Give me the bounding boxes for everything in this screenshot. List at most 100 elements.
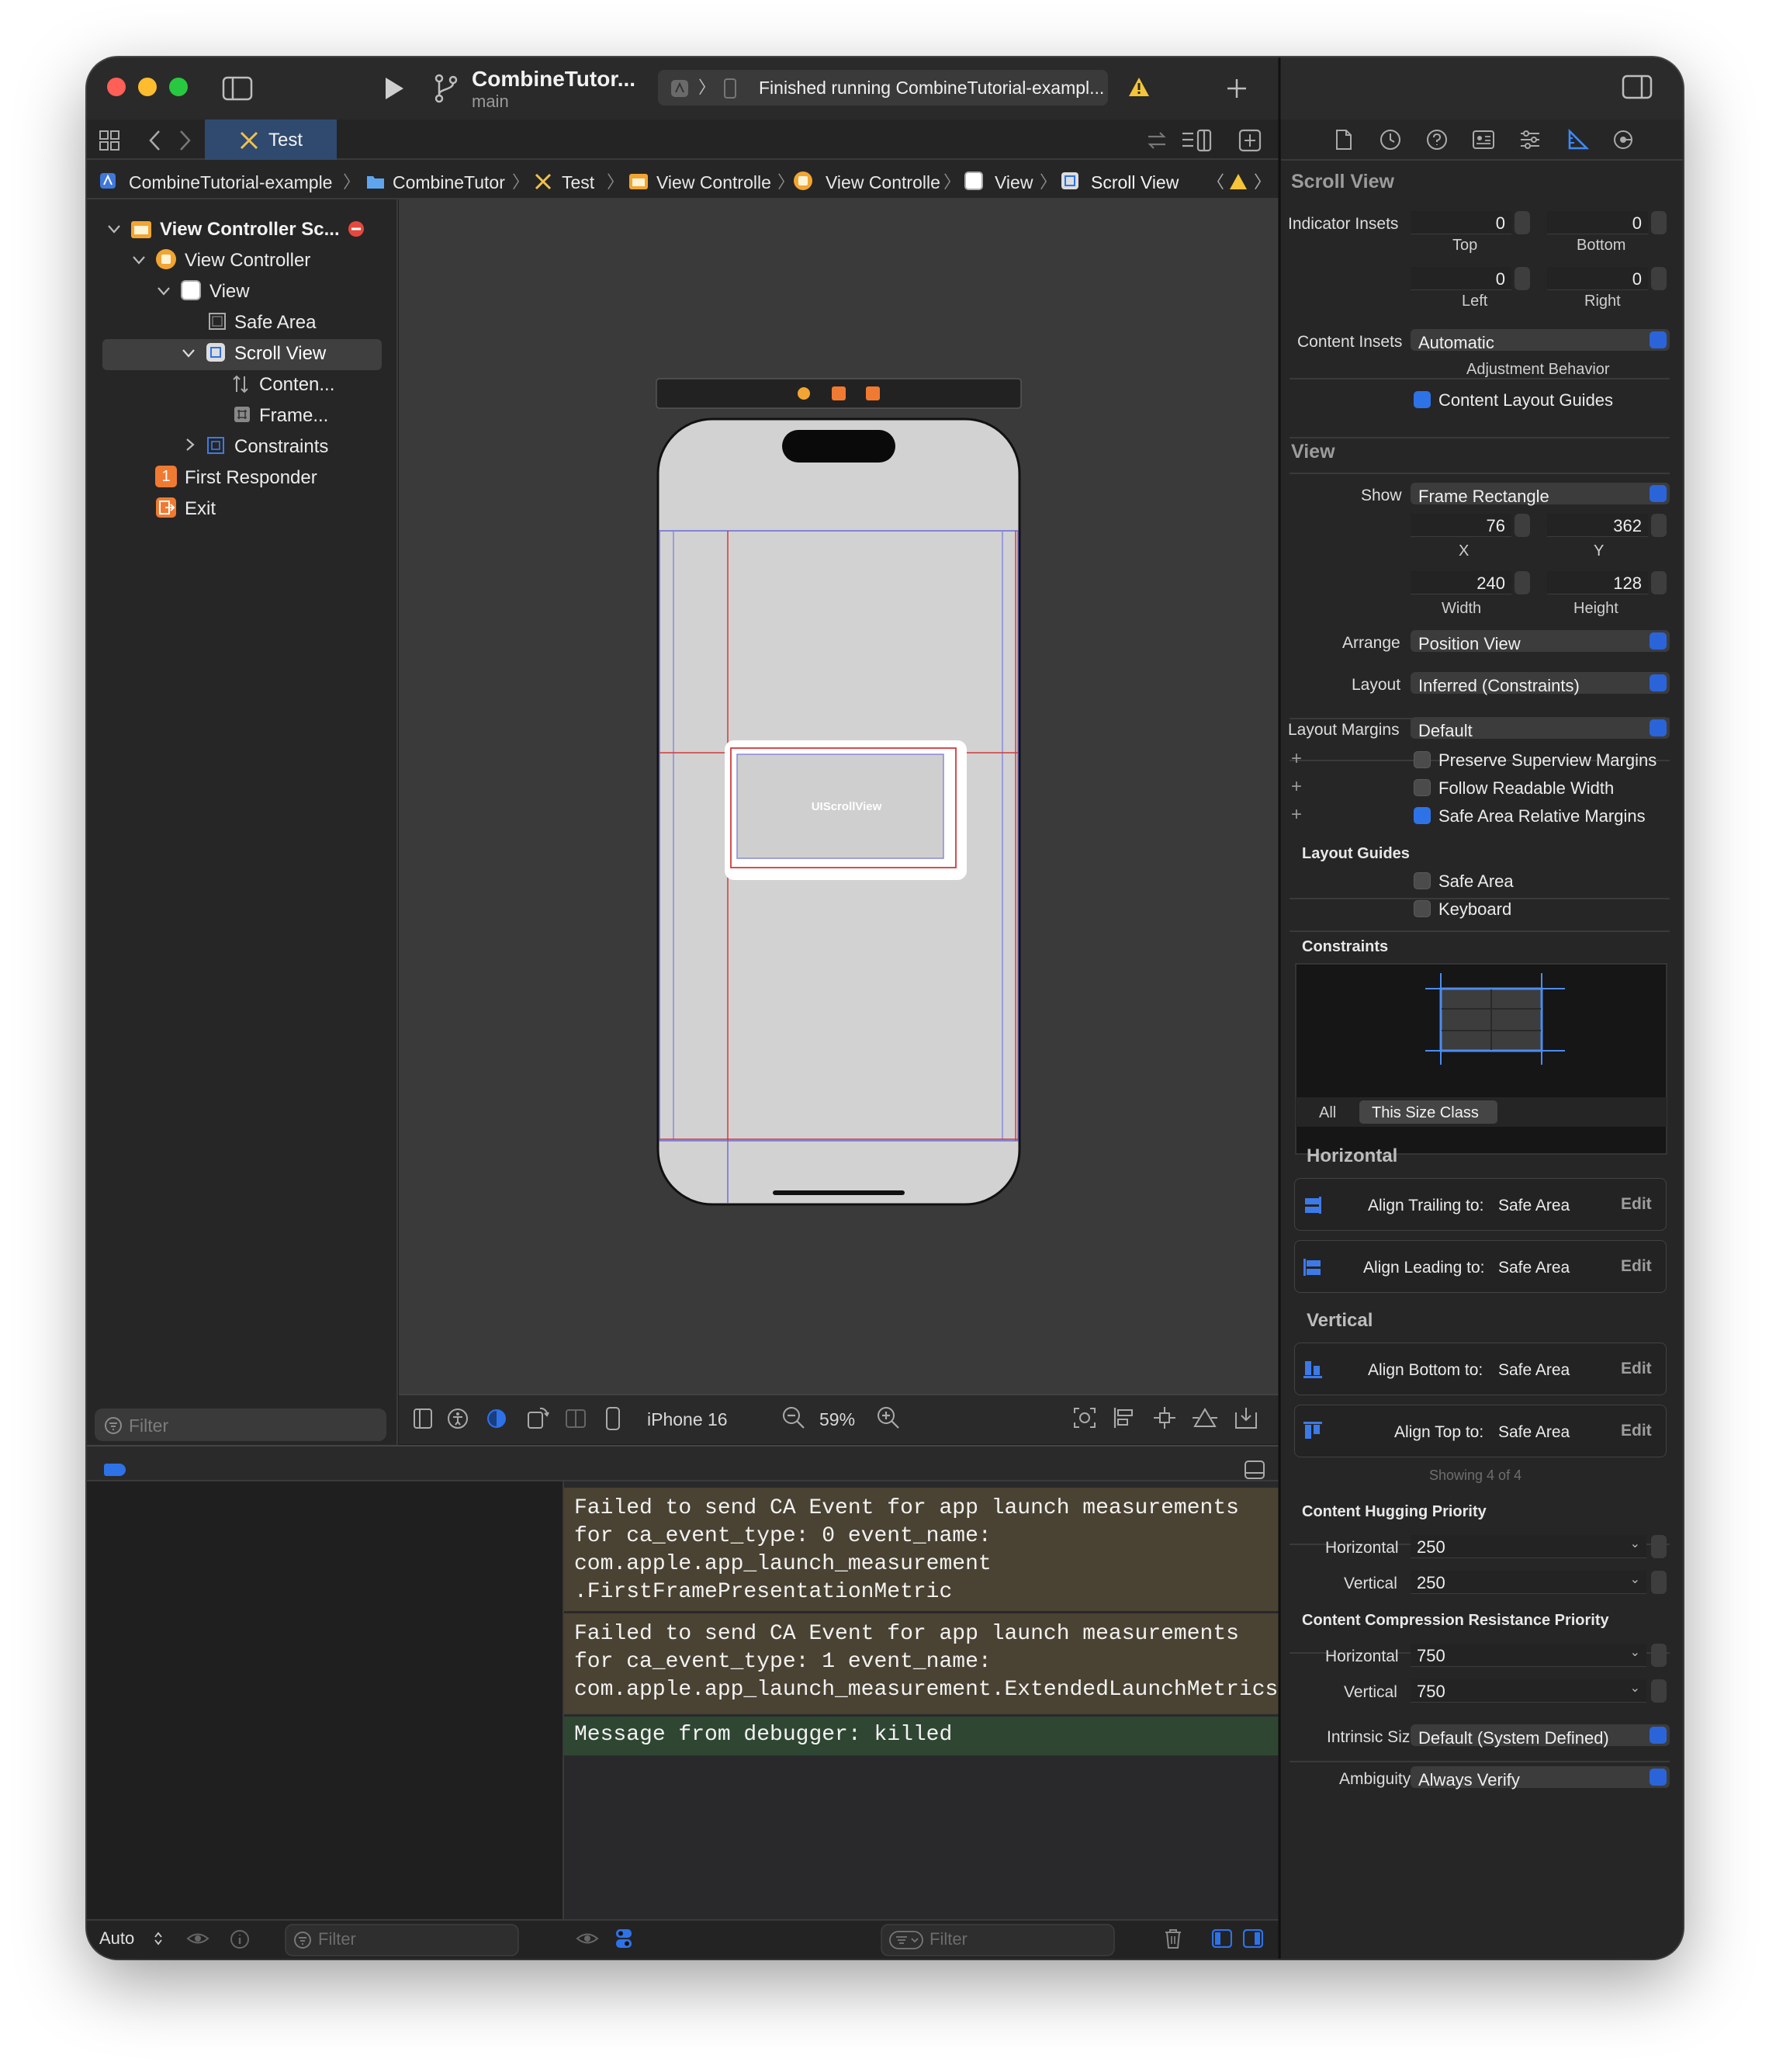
show-popup[interactable]: Frame Rectangle <box>1411 483 1670 506</box>
follow-readable-width-checkbox[interactable] <box>1414 779 1431 796</box>
outline-item-constraints[interactable]: Constraints <box>234 438 328 456</box>
x-field[interactable]: 76 <box>1411 514 1511 537</box>
issue-next-icon[interactable]: 〉 <box>1254 174 1271 191</box>
y-stepper[interactable] <box>1651 514 1667 537</box>
zoom-window-button[interactable] <box>169 78 188 96</box>
console-options-icon[interactable] <box>614 1928 633 1949</box>
outline-item-safe-area[interactable]: Safe Area <box>234 314 316 332</box>
zoom-out-icon[interactable] <box>782 1406 805 1429</box>
y-field[interactable]: 362 <box>1547 514 1648 537</box>
inset-left-stepper[interactable] <box>1515 267 1530 290</box>
grid-icon[interactable] <box>99 130 119 151</box>
outline-item-exit[interactable]: Exit <box>185 500 216 518</box>
orientation-icon[interactable] <box>526 1406 549 1429</box>
scheme-title[interactable]: CombineTutor... <box>472 68 635 90</box>
attributes-inspector-icon[interactable] <box>1519 129 1541 151</box>
outline-item-scroll-view[interactable]: Scroll View <box>234 345 326 363</box>
inset-top-stepper[interactable] <box>1515 211 1530 234</box>
indicator-inset-top-field[interactable]: 0 <box>1411 211 1511 234</box>
inspector-toggle-icon[interactable] <box>1622 74 1653 99</box>
ambiguity-popup[interactable]: Always Verify <box>1411 1766 1670 1790</box>
safe-area-checkbox[interactable] <box>1414 872 1431 889</box>
add-icon[interactable] <box>1226 78 1248 99</box>
eye-icon[interactable] <box>576 1929 599 1948</box>
sidebar-toggle-icon[interactable] <box>222 76 253 101</box>
align-icon[interactable] <box>1113 1406 1136 1429</box>
editor-options-icon[interactable] <box>1181 129 1212 152</box>
layout-popup[interactable]: Inferred (Constraints) <box>1411 672 1670 695</box>
outline-item-view[interactable]: View <box>209 282 250 301</box>
disclosure-open-icon[interactable] <box>157 286 171 296</box>
back-icon[interactable] <box>147 129 163 152</box>
branch-icon[interactable] <box>433 73 459 104</box>
constraint-edit-button[interactable]: Edit <box>1621 1360 1652 1377</box>
outline-item-scene[interactable]: View Controller Sc... <box>160 220 340 239</box>
intrinsic-size-popup[interactable]: Default (System Defined) <box>1411 1724 1670 1748</box>
show-console-icon[interactable] <box>1243 1929 1263 1948</box>
file-inspector-icon[interactable] <box>1335 129 1353 151</box>
breakpoints-toggle-icon[interactable] <box>104 1464 126 1476</box>
breadcrumb-item[interactable]: View <box>995 174 1033 192</box>
outline-item-frame-layout-guide[interactable]: Frame... <box>259 407 328 425</box>
width-stepper[interactable] <box>1515 571 1530 594</box>
compression-horizontal-stepper[interactable] <box>1651 1644 1667 1667</box>
update-frames-icon[interactable] <box>1072 1406 1097 1429</box>
breadcrumb-item[interactable]: CombineTutor <box>393 174 505 192</box>
info-icon[interactable] <box>230 1929 250 1949</box>
minimize-window-button[interactable] <box>138 78 157 96</box>
zoom-in-icon[interactable] <box>877 1406 900 1429</box>
console-filter-input[interactable]: Filter <box>930 1931 968 1948</box>
indicator-inset-right-field[interactable]: 0 <box>1547 267 1648 290</box>
outline-item-content-layout-guide[interactable]: Conten... <box>259 376 334 394</box>
identity-inspector-icon[interactable] <box>1473 130 1494 149</box>
size-class-icon[interactable] <box>565 1408 587 1429</box>
disclosure-closed-icon[interactable] <box>185 438 196 452</box>
eye-icon[interactable] <box>186 1929 209 1948</box>
breadcrumb-item[interactable]: Test <box>562 174 594 192</box>
constraint-row[interactable]: Align Bottom to: Safe Area Edit <box>1294 1343 1667 1395</box>
layout-margins-popup[interactable]: Default <box>1411 717 1670 740</box>
hugging-vertical-field[interactable]: 250 ⌄ <box>1411 1571 1646 1594</box>
hugging-horizontal-stepper[interactable] <box>1651 1535 1667 1558</box>
safe-area-relative-margins-checkbox[interactable] <box>1414 807 1431 824</box>
forward-icon[interactable] <box>177 129 192 152</box>
preserve-superview-margins-checkbox[interactable] <box>1414 751 1431 768</box>
warning-icon[interactable] <box>1229 172 1248 191</box>
segment-this-size-class[interactable]: This Size Class <box>1372 1105 1479 1121</box>
hugging-vertical-stepper[interactable] <box>1651 1571 1667 1594</box>
compression-vertical-stepper[interactable] <box>1651 1679 1667 1703</box>
resolve-issues-icon[interactable] <box>1192 1406 1218 1429</box>
show-variables-icon[interactable] <box>1212 1929 1232 1948</box>
disclosure-open-icon[interactable] <box>182 348 196 359</box>
outline-item-first-responder[interactable]: First Responder <box>185 469 317 487</box>
appearance-icon[interactable] <box>486 1408 507 1429</box>
width-field[interactable]: 240 <box>1411 571 1511 594</box>
help-inspector-icon[interactable] <box>1426 129 1448 151</box>
content-layout-guides-checkbox[interactable] <box>1414 391 1431 408</box>
keyboard-checkbox[interactable] <box>1414 900 1431 917</box>
breadcrumb-item[interactable]: Scroll View <box>1091 174 1179 192</box>
hide-debug-area-icon[interactable] <box>1245 1460 1265 1479</box>
constraint-edit-button[interactable]: Edit <box>1621 1196 1652 1212</box>
breadcrumb-item[interactable]: CombineTutorial-example <box>129 174 332 192</box>
content-insets-popup[interactable]: Automatic <box>1411 329 1670 352</box>
storyboard-canvas[interactable] <box>399 199 1279 1395</box>
warning-icon[interactable] <box>1128 76 1150 98</box>
outline-item-view-controller[interactable]: View Controller <box>185 251 310 270</box>
history-inspector-icon[interactable] <box>1380 129 1401 151</box>
inset-right-stepper[interactable] <box>1651 267 1667 290</box>
connections-inspector-icon[interactable] <box>1612 129 1634 151</box>
height-field[interactable]: 128 <box>1547 571 1648 594</box>
breadcrumb-item[interactable]: View Controlle <box>826 174 940 192</box>
variables-filter-input[interactable]: Filter <box>318 1931 356 1948</box>
add-editor-icon[interactable] <box>1238 129 1262 152</box>
app-target-icon[interactable] <box>670 79 689 98</box>
indicator-inset-bottom-field[interactable]: 0 <box>1547 211 1648 234</box>
arrange-popup[interactable]: Position View <box>1411 630 1670 653</box>
accessibility-icon[interactable] <box>447 1408 469 1429</box>
device-selector[interactable]: iPhone 16 <box>647 1411 728 1429</box>
breadcrumb-item[interactable]: View Controlle <box>656 174 771 192</box>
constraint-edit-button[interactable]: Edit <box>1621 1422 1652 1439</box>
issue-prev-icon[interactable]: 〈 <box>1207 174 1224 191</box>
variables-view-selector[interactable]: Auto <box>99 1930 134 1947</box>
